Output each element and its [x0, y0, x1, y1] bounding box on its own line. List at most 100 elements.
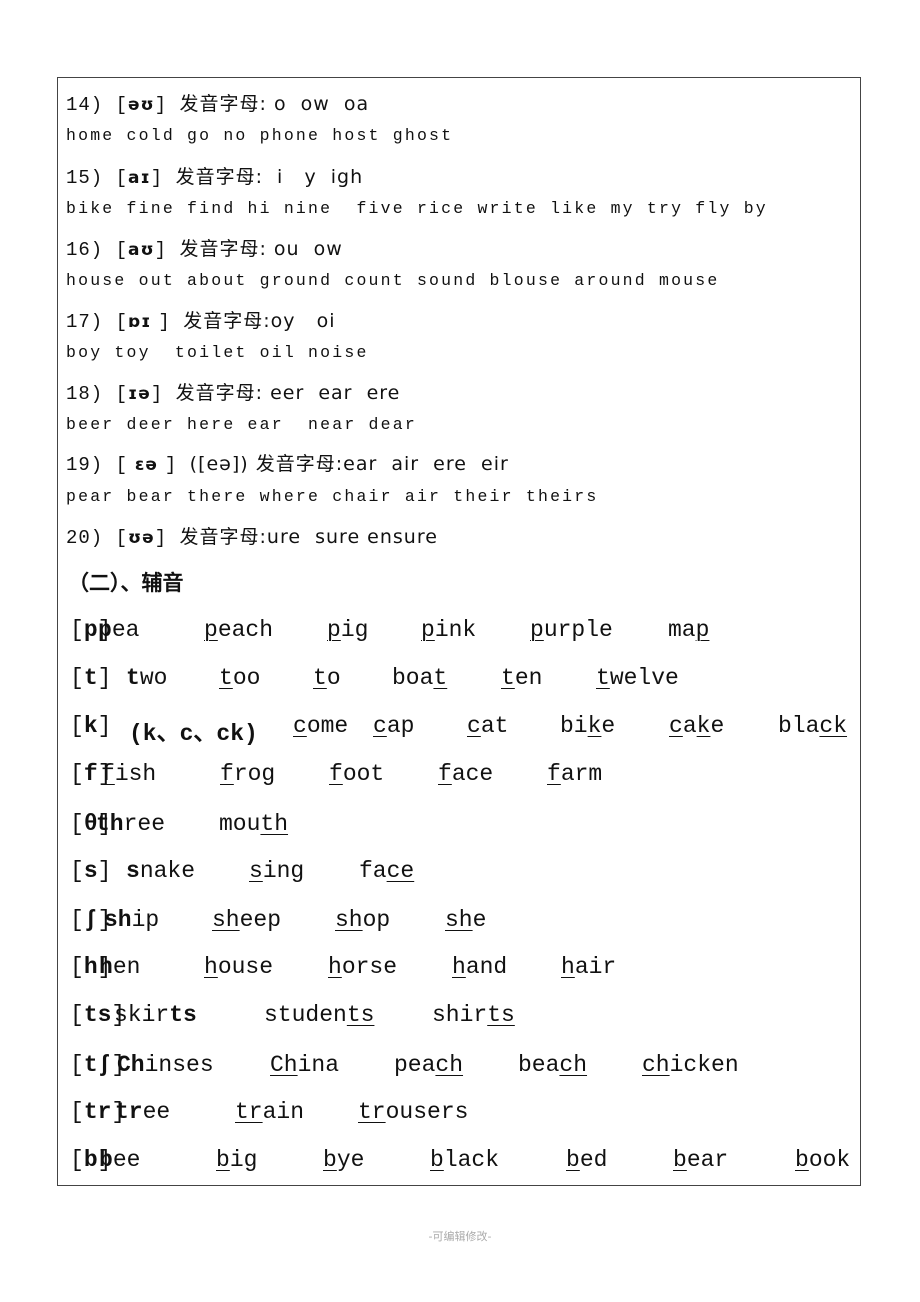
example-word: hair [561, 954, 616, 980]
consonant-row: [tr] tree train trousers [0, 1099, 860, 1129]
letters: [ [70, 617, 84, 643]
letter-combinations: 发音字母: o ow oa [179, 93, 370, 115]
highlighted-letters: p [695, 617, 710, 643]
letters: ed [579, 1147, 608, 1173]
consonant-row: [p] pea peach pig pink purple map [0, 617, 860, 647]
letters: ig [340, 617, 369, 643]
bold-letters: s [83, 858, 98, 884]
highlighted-letters: f [329, 761, 343, 787]
example-word: Chinses [117, 1052, 214, 1078]
example-word: ten [501, 665, 542, 691]
example-word: students [264, 1002, 374, 1028]
highlighted-letters: t [501, 665, 515, 691]
vowel-heading: 16) [aʊ] 发音字母: ou ow [66, 238, 343, 261]
highlighted-letters: k [587, 713, 602, 739]
letters: each [217, 617, 274, 643]
highlighted-letters: ce [386, 858, 415, 884]
vowel-number: 15) [66, 167, 116, 189]
example-word: pea [98, 617, 139, 643]
example-word: hand [452, 954, 507, 980]
letters: [ [70, 811, 84, 837]
example-word: (k、c、ck) [129, 713, 258, 747]
bold-letters: t [126, 665, 140, 691]
letters: ea [111, 617, 140, 643]
vowel-number: 17) [66, 311, 116, 333]
letters: ina [297, 1052, 340, 1078]
highlighted-letters: ts [346, 1002, 375, 1028]
letters: ] [97, 713, 112, 739]
consonant-row: [s] snake sing face [0, 858, 860, 888]
highlighted-letters: b [566, 1147, 580, 1173]
letters: [ [70, 1002, 84, 1028]
example-words: house out about ground count sound blous… [66, 271, 720, 290]
letters: bla [778, 713, 820, 739]
letters: shir [432, 1002, 488, 1028]
bold-letters: f [83, 761, 98, 787]
letters: boa [392, 665, 434, 691]
letters: [ [70, 1147, 84, 1173]
highlighted-letters: c [293, 713, 307, 739]
highlighted-letters: f [547, 761, 561, 787]
bold-letters: k [83, 713, 98, 739]
highlighted-letters: t [596, 665, 610, 691]
letters: oot [342, 761, 385, 787]
letters: orse [341, 954, 398, 980]
example-word: trousers [358, 1099, 468, 1125]
vowel-number: 19) [66, 454, 116, 476]
example-word: boat [392, 665, 447, 691]
letters: en [514, 665, 543, 691]
example-word: face [438, 761, 493, 787]
bold-letters: t [83, 665, 98, 691]
example-word: train [235, 1099, 304, 1125]
letters: a [682, 713, 697, 739]
highlighted-letters: b [430, 1147, 444, 1173]
letter-combinations: 发音字母:ure sure ensure [179, 526, 438, 548]
highlighted-letters: f [101, 761, 115, 787]
example-word: cap [373, 713, 414, 739]
letters: rog [233, 761, 276, 787]
example-word: chicken [642, 1052, 739, 1078]
letters: ] [97, 665, 112, 691]
example-word: big [216, 1147, 257, 1173]
letters: ear [686, 1147, 729, 1173]
example-word: bed [566, 1147, 607, 1173]
bold-letters: p [83, 617, 98, 643]
letters: ink [434, 617, 477, 643]
letters: [ [70, 1052, 84, 1078]
highlighted-letters: c [669, 713, 683, 739]
example-word: skirts [114, 1002, 197, 1028]
letters: ma [668, 617, 696, 643]
letters: bea [518, 1052, 560, 1078]
bold-letters: h [83, 954, 98, 980]
letters: ap [386, 713, 415, 739]
letters: [ [70, 1099, 84, 1125]
example-word: bee [99, 1147, 140, 1173]
example-word: horse [328, 954, 397, 980]
highlighted-letters: h [204, 954, 218, 980]
highlighted-letters: ch [435, 1052, 464, 1078]
phonetic-symbol: ɪə [128, 384, 151, 404]
letters: ook [808, 1147, 851, 1173]
letters: ip [131, 907, 160, 933]
letters: and [465, 954, 508, 980]
letters: ee [142, 1099, 171, 1125]
example-word: three [96, 811, 165, 837]
example-word: house [204, 954, 273, 980]
consonant-row: [tʃ] Chinses China peach beach chicken [0, 1052, 860, 1082]
highlighted-letters: c [373, 713, 387, 739]
letters: [ [70, 713, 84, 739]
example-word: sheep [212, 907, 281, 933]
bold-letters: th [96, 811, 124, 837]
phonetic-symbol: ɛə [128, 455, 165, 475]
example-word: come [293, 713, 348, 739]
example-word: twelve [596, 665, 679, 691]
letters: [ [70, 761, 84, 787]
example-word: mouth [219, 811, 288, 837]
letters: arm [560, 761, 603, 787]
example-word: shirts [432, 1002, 515, 1028]
highlighted-letters: b [795, 1147, 809, 1173]
letters: ] [97, 858, 112, 884]
letters: at [480, 713, 509, 739]
example-word: purple [530, 617, 613, 643]
letters: welve [609, 665, 679, 691]
